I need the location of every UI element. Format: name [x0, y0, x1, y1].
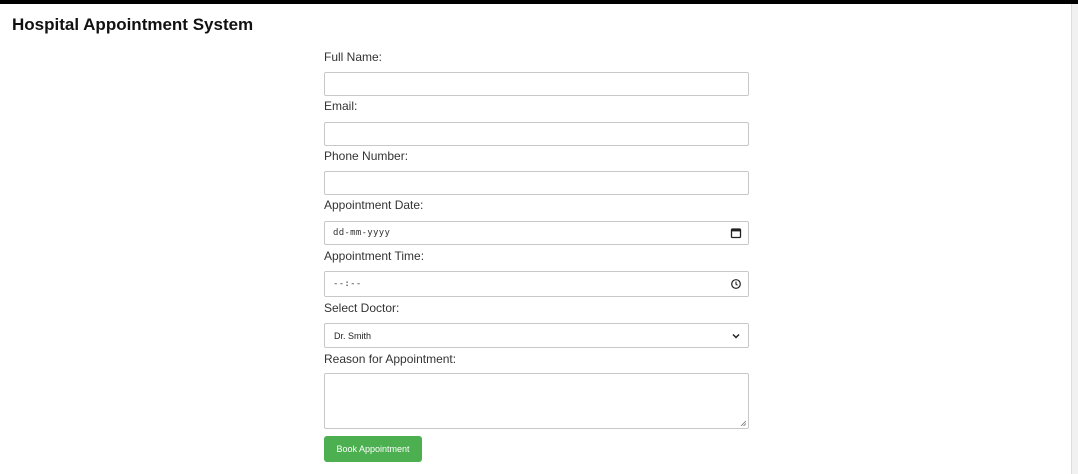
time-label: Appointment Time:: [324, 249, 425, 263]
email-input[interactable]: [324, 122, 749, 146]
full-name-label: Full Name:: [324, 50, 383, 64]
top-bar: [0, 0, 1078, 4]
date-input[interactable]: dd-mm-yyyy: [324, 221, 749, 245]
clock-icon[interactable]: [730, 278, 742, 290]
page-title: Hospital Appointment System: [12, 15, 254, 34]
doctor-label: Select Doctor:: [324, 301, 400, 315]
chevron-down-icon[interactable]: [730, 330, 742, 342]
time-input[interactable]: --:--: [324, 271, 749, 297]
email-label: Email:: [324, 99, 358, 113]
date-label: Appointment Date:: [324, 198, 424, 212]
book-appointment-button[interactable]: Book Appointment: [324, 436, 422, 462]
full-name-input[interactable]: [324, 72, 749, 96]
page-scrollbar[interactable]: [1071, 4, 1078, 474]
calendar-icon[interactable]: [730, 227, 742, 239]
doctor-selected-value: Dr. Smith: [334, 331, 372, 341]
doctor-select[interactable]: Dr. Smith: [324, 323, 749, 348]
date-placeholder: dd-mm-yyyy: [333, 228, 391, 238]
reason-textarea[interactable]: [324, 373, 749, 429]
resize-grip-icon[interactable]: [740, 420, 746, 426]
phone-input[interactable]: [324, 171, 749, 195]
reason-label: Reason for Appointment:: [324, 352, 457, 366]
phone-label: Phone Number:: [324, 149, 409, 163]
time-placeholder: --:--: [333, 279, 362, 289]
